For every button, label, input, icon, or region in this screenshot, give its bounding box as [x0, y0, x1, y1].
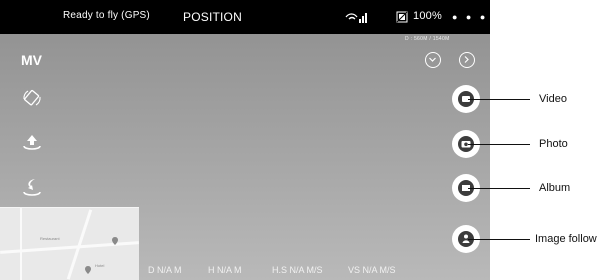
callout-line — [468, 188, 530, 189]
battery-percent: 100% — [413, 10, 442, 22]
telemetry-horizontal-speed: H.S N/A M/S — [272, 265, 323, 275]
camera-view: Ready to fly (GPS) POSITION 100% ● ● ● M… — [0, 0, 490, 280]
more-dots-icon[interactable]: ● ● ● — [452, 12, 488, 22]
map-label: Hotel — [95, 263, 105, 268]
map-road — [20, 208, 22, 280]
chevron-right-icon[interactable] — [459, 52, 475, 68]
callout-line — [468, 239, 530, 240]
telemetry-height: H N/A M — [208, 265, 242, 275]
callout-line — [468, 99, 530, 100]
chevron-down-icon[interactable] — [425, 52, 441, 68]
status-bar: Ready to fly (GPS) POSITION 100% ● ● ● — [0, 0, 490, 34]
return-home-icon[interactable] — [20, 175, 44, 199]
signal-icon — [345, 10, 367, 28]
map-pin-icon — [85, 261, 91, 279]
callout-video: Video — [539, 93, 567, 105]
callout-image-follow: Image follow — [535, 233, 597, 245]
map-pin-icon — [112, 232, 118, 250]
mode-label: MV — [21, 52, 42, 68]
rotate-icon[interactable] — [20, 86, 44, 110]
telemetry-vertical-speed: VS N/A M/S — [348, 265, 396, 275]
callout-line — [468, 144, 530, 145]
mini-map[interactable]: Restaurant Hotel — [0, 207, 139, 280]
map-label: Restaurant — [40, 236, 60, 241]
callout-photo: Photo — [539, 138, 568, 150]
distance-readout: D : 560M / 1540M — [405, 36, 450, 42]
telemetry-distance: D N/A M — [148, 265, 182, 275]
takeoff-icon[interactable] — [20, 130, 44, 154]
flight-mode: POSITION — [183, 10, 242, 24]
battery-icon — [396, 10, 408, 28]
callout-album: Album — [539, 182, 571, 194]
gps-status: Ready to fly (GPS) — [63, 10, 150, 21]
